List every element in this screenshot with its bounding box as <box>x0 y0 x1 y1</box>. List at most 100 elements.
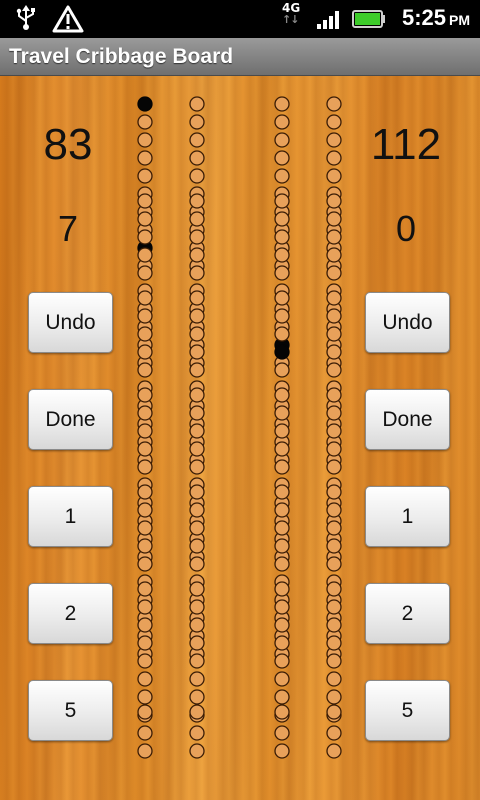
peg-hole <box>137 405 153 421</box>
peg-hole <box>326 628 342 644</box>
peg-hole <box>189 556 205 572</box>
peg-hole <box>274 549 290 565</box>
left-undo-button[interactable]: Undo <box>28 292 113 353</box>
peg-hole <box>137 484 153 500</box>
network-4g-icon: 4G ↑↓ <box>282 1 301 26</box>
peg-hole <box>137 247 153 263</box>
peg-hole <box>137 362 153 378</box>
peg-hole <box>137 398 153 414</box>
peg-hole <box>137 222 153 238</box>
peg <box>137 240 153 256</box>
peg-hole <box>137 459 153 475</box>
peg-hole <box>189 387 205 403</box>
app-title-bar: Travel Cribbage Board <box>0 38 480 76</box>
peg-hole <box>137 689 153 705</box>
right-add-1-button[interactable]: 1 <box>365 486 450 547</box>
app-title: Travel Cribbage Board <box>9 45 234 68</box>
peg-hole <box>326 326 342 342</box>
peg-hole <box>274 423 290 439</box>
peg-hole <box>326 398 342 414</box>
peg-hole <box>189 725 205 741</box>
right-done-button[interactable]: Done <box>365 389 450 450</box>
left-add-1-button[interactable]: 1 <box>28 486 113 547</box>
peg-hole <box>274 405 290 421</box>
peg-hole <box>189 495 205 511</box>
peg-hole <box>137 229 153 245</box>
peg <box>274 344 290 360</box>
peg-hole <box>189 301 205 317</box>
peg-hole <box>137 617 153 633</box>
peg-hole <box>137 646 153 662</box>
peg-hole <box>189 459 205 475</box>
peg-hole <box>189 581 205 597</box>
peg-hole <box>137 520 153 536</box>
peg-hole <box>137 380 153 396</box>
peg-hole <box>326 646 342 662</box>
peg-hole <box>189 405 205 421</box>
peg-hole <box>189 344 205 360</box>
peg-hole <box>274 646 290 662</box>
peg-hole <box>274 283 290 299</box>
peg-hole <box>274 211 290 227</box>
right-add-2-button[interactable]: 2 <box>365 583 450 644</box>
peg-hole <box>189 258 205 274</box>
peg-hole <box>326 484 342 500</box>
peg-hole <box>274 193 290 209</box>
peg-hole <box>274 204 290 220</box>
peg <box>137 96 153 112</box>
peg-hole <box>326 96 342 112</box>
peg-hole <box>274 362 290 378</box>
peg-hole <box>189 434 205 450</box>
peg-hole <box>189 355 205 371</box>
right-player-last-points: 0 <box>395 208 417 249</box>
peg-hole <box>137 477 153 493</box>
peg-hole <box>137 290 153 306</box>
peg-hole <box>189 222 205 238</box>
peg-hole <box>326 599 342 615</box>
peg-hole <box>137 707 153 723</box>
peg-hole <box>137 653 153 669</box>
peg-hole <box>326 204 342 220</box>
peg-hole <box>189 574 205 590</box>
peg-hole <box>274 556 290 572</box>
peg-hole <box>274 628 290 644</box>
peg-hole <box>274 502 290 518</box>
peg-hole <box>326 344 342 360</box>
peg-hole <box>326 258 342 274</box>
left-done-button[interactable]: Done <box>28 389 113 450</box>
peg-hole <box>189 247 205 263</box>
peg-hole <box>326 452 342 468</box>
peg-hole <box>137 204 153 220</box>
peg-hole <box>189 229 205 245</box>
peg-hole <box>274 168 290 184</box>
peg-hole <box>326 610 342 626</box>
right-undo-button[interactable]: Undo <box>365 292 450 353</box>
peg-hole <box>274 574 290 590</box>
peg-hole <box>326 513 342 529</box>
peg-hole <box>137 308 153 324</box>
peg-hole <box>189 513 205 529</box>
peg-hole <box>189 592 205 608</box>
peg-hole <box>137 671 153 687</box>
peg-hole <box>274 387 290 403</box>
status-bar: 4G ↑↓ 5:25 PM <box>0 0 480 38</box>
peg-hole <box>274 635 290 651</box>
peg-hole <box>326 265 342 281</box>
left-add-5-button[interactable]: 5 <box>28 680 113 741</box>
peg-hole <box>326 617 342 633</box>
peg-hole <box>274 653 290 669</box>
peg-hole <box>137 114 153 130</box>
peg-hole <box>274 707 290 723</box>
peg-hole <box>137 150 153 166</box>
peg-hole <box>189 477 205 493</box>
peg-hole <box>137 186 153 202</box>
right-add-5-button[interactable]: 5 <box>365 680 450 741</box>
peg-hole <box>189 150 205 166</box>
peg-hole <box>326 168 342 184</box>
peg-hole <box>274 495 290 511</box>
peg-hole <box>189 671 205 687</box>
peg-hole <box>326 405 342 421</box>
peg-hole <box>137 538 153 554</box>
peg-hole <box>274 617 290 633</box>
left-add-2-button[interactable]: 2 <box>28 583 113 644</box>
